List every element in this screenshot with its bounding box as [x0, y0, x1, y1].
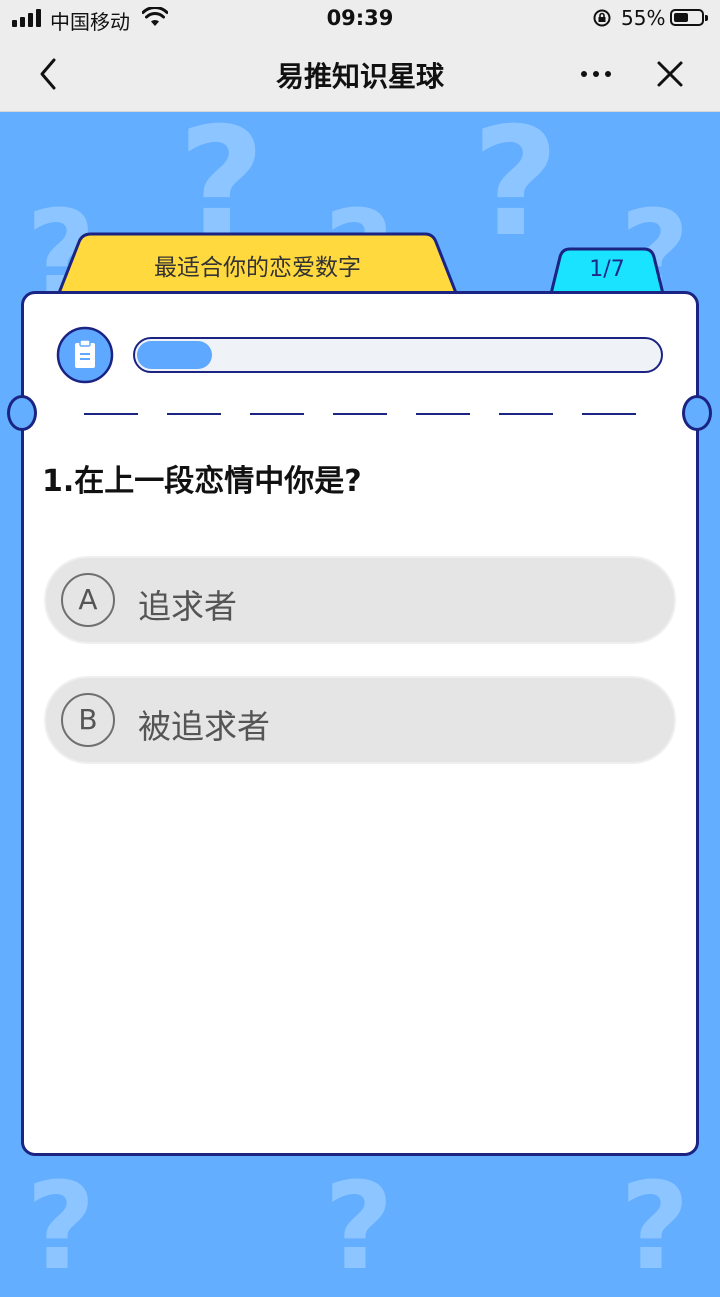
- page-indicator: 1/7: [589, 257, 625, 282]
- question-mark-decoration: ?: [324, 1158, 394, 1297]
- quiz-progress-fill: [137, 341, 212, 369]
- rotation-lock-icon: [593, 9, 611, 27]
- option-a-button[interactable]: A 追求者: [44, 556, 676, 644]
- navigation-bar: 易推知识星球: [0, 36, 720, 111]
- back-button[interactable]: [28, 50, 72, 98]
- status-bar: 中国移动 09:39 55%: [0, 0, 720, 36]
- clipboard-icon: [56, 326, 114, 384]
- card-notch-left: [7, 395, 37, 431]
- more-button[interactable]: [572, 50, 620, 98]
- battery-percent: 55%: [621, 6, 666, 30]
- option-text: 追求者: [138, 587, 237, 626]
- battery-icon: [670, 9, 708, 26]
- option-letter: A: [61, 573, 115, 627]
- close-button[interactable]: [648, 50, 692, 98]
- top-bar: 中国移动 09:39 55% 易推知识星球: [0, 0, 720, 112]
- quiz-title-tab: 最适合你的恋爱数字: [55, 232, 460, 298]
- question-mark-decoration: ?: [472, 96, 560, 270]
- quiz-progress-bar: [133, 337, 663, 373]
- option-b-button[interactable]: B 被追求者: [44, 676, 676, 764]
- question-mark-decoration: ?: [26, 1158, 96, 1297]
- question-text: 1.在上一段恋情中你是?: [42, 464, 362, 499]
- option-text: 被追求者: [138, 707, 270, 746]
- card-notch-right: [682, 395, 712, 431]
- status-time: 09:39: [326, 6, 394, 30]
- battery-level: [674, 13, 688, 22]
- option-letter: B: [61, 693, 115, 747]
- quiz-title: 最适合你的恋爱数字: [154, 255, 361, 281]
- question-mark-decoration: ?: [620, 1158, 690, 1297]
- dashed-divider: [84, 413, 644, 416]
